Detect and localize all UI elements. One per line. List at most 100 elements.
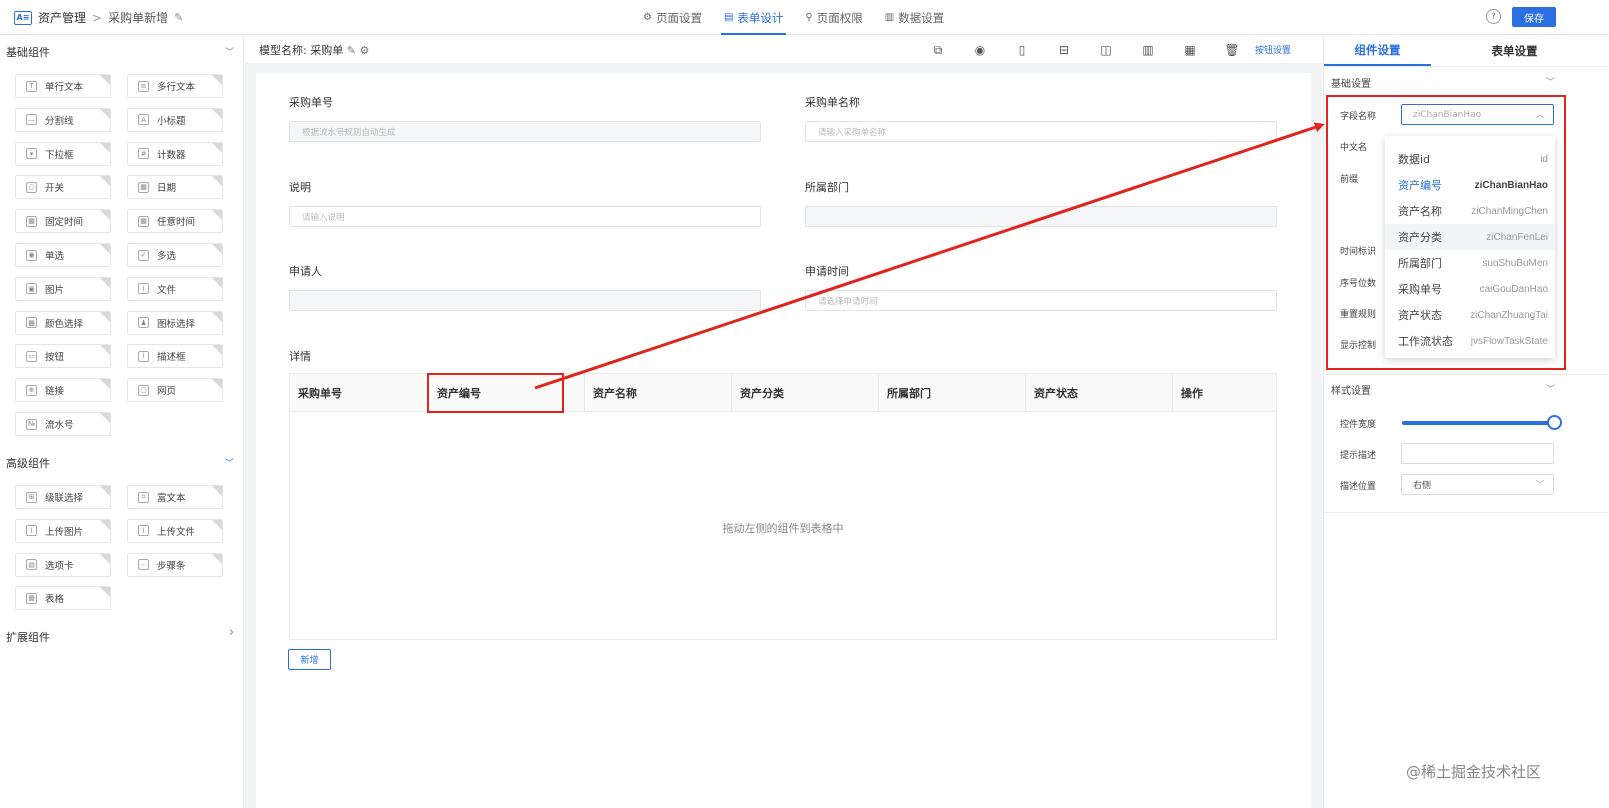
chevron-down-icon[interactable]: ﹀: [225, 45, 234, 58]
dropdown-option[interactable]: 资产编号 ziChanBianHao: [1385, 172, 1555, 198]
field-input[interactable]: 请输入说明: [289, 206, 761, 227]
divider: [1324, 512, 1609, 513]
style-settings-title[interactable]: 样式设置: [1331, 382, 1371, 397]
tab-1[interactable]: ⚙ 页面设置: [632, 0, 713, 35]
component-icon: ≡: [138, 80, 149, 92]
component-item[interactable]: ⌗ 富文本: [127, 485, 223, 509]
field-input[interactable]: [289, 290, 761, 311]
component-item[interactable]: ✓ 多选: [127, 243, 223, 267]
button-settings-link[interactable]: 按钮设置: [1255, 43, 1291, 56]
component-item[interactable]: A 小标题: [127, 107, 223, 132]
component-item[interactable]: ⌇ 上传图片: [15, 518, 111, 543]
tab-component-settings[interactable]: 组件设置: [1324, 36, 1431, 66]
component-item[interactable]: — 分割线: [15, 107, 111, 132]
component-item[interactable]: ⌇ 文件: [127, 276, 223, 301]
gear-icon[interactable]: ⚙: [359, 44, 369, 57]
tab-form-settings[interactable]: 表单设置: [1461, 36, 1568, 66]
dropdown-option[interactable]: 资产状态 ziChanZhuangTai: [1385, 302, 1555, 328]
component-item[interactable]: ⌇ 上传文件: [127, 518, 223, 543]
component-item[interactable]: № 流水号: [15, 412, 111, 436]
chevron-down-icon[interactable]: ﹀: [1546, 75, 1555, 88]
component-item[interactable]: ▦ 任意时间: [127, 209, 223, 234]
breadcrumb-app[interactable]: 资产管理: [38, 9, 86, 26]
component-item[interactable]: ⊕ 链接: [15, 378, 111, 403]
desc-position-select[interactable]: 右侧 ﹀: [1401, 474, 1554, 495]
table-header-cell[interactable]: 所属部门: [879, 374, 1026, 412]
field-label: 申请人: [289, 265, 322, 278]
component-item[interactable]: ♟ 图标选择: [127, 310, 223, 335]
field-input[interactable]: 请选择申请时间: [805, 290, 1277, 311]
dropdown-option[interactable]: 资产分类 ziChanFenLei: [1385, 224, 1555, 250]
layout-tool-icon[interactable]: ▯: [1001, 40, 1043, 60]
component-item[interactable]: ▤ 选项卡: [15, 552, 111, 577]
add-row-button[interactable]: 新增: [288, 649, 331, 670]
component-item[interactable]: ≡ 多行文本: [127, 74, 223, 98]
dropdown-option[interactable]: 数据id id: [1385, 146, 1555, 172]
hint-desc-input[interactable]: [1401, 443, 1554, 464]
edit-icon[interactable]: ✎: [174, 11, 183, 24]
component-icon: ▦: [26, 592, 37, 604]
component-label: 单行文本: [45, 82, 84, 93]
component-item[interactable]: ▦ 表格: [15, 586, 111, 611]
chevron-down-icon[interactable]: ﹀: [1546, 382, 1555, 395]
save-button[interactable]: 保存: [1512, 7, 1556, 27]
help-icon[interactable]: ?: [1486, 9, 1501, 24]
dropdown-option[interactable]: 工作流状态 jvsFlowTaskState: [1385, 328, 1555, 354]
control-width-slider[interactable]: [1402, 421, 1554, 425]
dropdown-option[interactable]: 所属部门 suoShuBuMen: [1385, 250, 1555, 276]
component-label: 图片: [45, 284, 65, 296]
component-item[interactable]: ▦ 固定时间: [15, 209, 111, 234]
component-item[interactable]: ○ 开关: [15, 175, 111, 200]
component-icon: ▾: [26, 148, 37, 160]
component-icon: ▤: [26, 559, 37, 571]
component-item[interactable]: ▭ 按钮: [15, 344, 111, 369]
layout-tool-icon[interactable]: ⧉: [917, 40, 959, 60]
chevron-down-icon[interactable]: ﹀: [225, 456, 234, 469]
edit-icon[interactable]: ✎: [347, 44, 356, 57]
tab-2[interactable]: ▤ 表单设计: [713, 0, 794, 35]
table-header-cell[interactable]: 资产状态: [1026, 374, 1173, 412]
component-item[interactable]: ▣ 图片: [15, 276, 111, 301]
component-item[interactable]: ⋯ 步骤条: [127, 552, 223, 577]
chevron-right-icon[interactable]: ›: [229, 625, 234, 640]
dropdown-option[interactable]: 资产名称 ziChanMingChen: [1385, 198, 1555, 224]
component-item[interactable]: ▩ 颜色选择: [15, 310, 111, 335]
basic-components-title[interactable]: 基础组件: [6, 44, 50, 60]
component-item[interactable]: ⊞ 级联选择: [15, 485, 111, 509]
component-label: 分割线: [45, 115, 74, 127]
tab-4[interactable]: ▥ 数据设置: [874, 0, 955, 35]
dropdown-option[interactable]: 采购单号 caiGouDanHao: [1385, 276, 1555, 302]
detail-table[interactable]: 采购单号 资产编号 资产名称 资产分类 所属部门 资产状态 操作 拖动左侧的组件到表格中: [289, 373, 1277, 640]
detail-label: 详情: [289, 350, 311, 363]
table-header-cell[interactable]: 采购单号: [290, 374, 429, 412]
advanced-components-title[interactable]: 高级组件: [6, 455, 50, 471]
option-value: ziChanMingChen: [1471, 205, 1548, 217]
layout-tool-icon[interactable]: ▥: [1127, 40, 1169, 60]
component-item[interactable]: # 计数器: [127, 141, 223, 166]
component-item[interactable]: i 描述框: [127, 344, 223, 369]
component-icon: ♟: [138, 317, 149, 329]
extension-components-title[interactable]: 扩展组件: [6, 629, 50, 645]
layout-tool-icon[interactable]: ▦: [1169, 40, 1211, 60]
field-input[interactable]: 根据流水号规则自动生成: [289, 121, 761, 142]
field-input[interactable]: [805, 206, 1277, 227]
tab-3[interactable]: ⚲ 页面权限: [794, 0, 873, 35]
component-item[interactable]: ▾ 下拉框: [15, 141, 111, 166]
table-header-cell[interactable]: 操作: [1173, 374, 1276, 412]
field-label: 所属部门: [805, 181, 849, 194]
component-item[interactable]: T 单行文本: [15, 74, 111, 98]
component-item[interactable]: ▦ 日期: [127, 175, 223, 200]
layout-tool-icon[interactable]: 🗑: [1211, 40, 1253, 60]
table-header-cell[interactable]: 资产名称: [585, 374, 732, 412]
table-header-cell[interactable]: 资产分类: [732, 374, 879, 412]
layout-tool-icon[interactable]: ⊟: [1043, 40, 1085, 60]
slider-handle[interactable]: [1547, 415, 1562, 430]
component-item[interactable]: ◉ 单选: [15, 243, 111, 267]
basic-settings-title[interactable]: 基础设置: [1331, 75, 1371, 90]
layout-tool-icon[interactable]: ◫: [1085, 40, 1127, 60]
component-icon: A: [138, 114, 149, 126]
component-label: 多选: [157, 251, 177, 262]
layout-tool-icon[interactable]: ◉: [959, 40, 1001, 60]
component-item[interactable]: ▢ 网页: [127, 378, 223, 403]
field-input[interactable]: 请输入采购单名称: [805, 121, 1277, 142]
